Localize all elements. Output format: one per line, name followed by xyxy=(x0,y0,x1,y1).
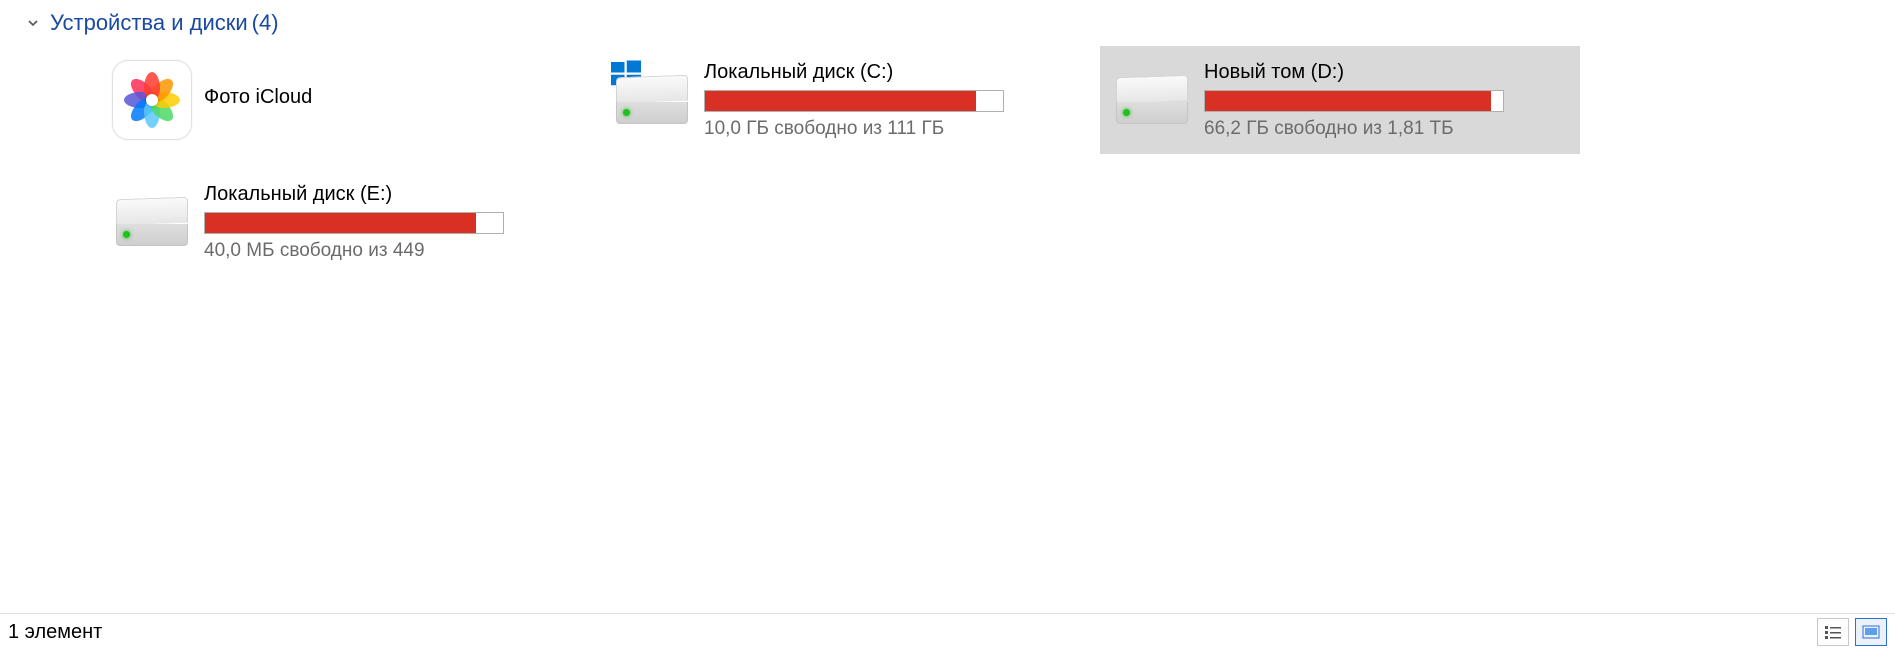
hdd-icon xyxy=(610,58,694,142)
drive-tiles: Фото iCloud Локальный диск (C:) xyxy=(0,42,1895,286)
hdd-icon xyxy=(1110,58,1194,142)
drive-free-text: 40,0 МБ свободно из 449 xyxy=(204,240,570,262)
usage-bar xyxy=(204,212,504,234)
group-header[interactable]: Устройства и диски (4) xyxy=(0,4,1895,42)
usage-bar xyxy=(1204,90,1504,112)
chevron-down-icon xyxy=(24,14,42,32)
drive-label: Локальный диск (C:) xyxy=(704,61,1070,84)
view-tiles-button[interactable] xyxy=(1855,618,1887,646)
group-title: Устройства и диски xyxy=(50,10,248,36)
hdd-icon xyxy=(110,180,194,264)
tile-icloud-photos[interactable]: Фото iCloud xyxy=(100,46,580,154)
drive-label: Локальный диск (E:) xyxy=(204,183,570,206)
tile-drive-d[interactable]: Новый том (D:) 66,2 ГБ свободно из 1,81 … xyxy=(1100,46,1580,154)
usage-bar xyxy=(704,90,1004,112)
drive-label: Новый том (D:) xyxy=(1204,61,1570,84)
thumbnail-view-icon xyxy=(1862,625,1880,639)
list-view-icon xyxy=(1824,625,1842,639)
status-bar: 1 элемент xyxy=(0,613,1895,650)
group-count: (4) xyxy=(252,10,279,36)
drive-free-text: 10,0 ГБ свободно из 111 ГБ xyxy=(704,118,1070,140)
drive-free-text: 66,2 ГБ свободно из 1,81 ТБ xyxy=(1204,118,1570,140)
item-label: Фото iCloud xyxy=(204,86,570,109)
tile-drive-c[interactable]: Локальный диск (C:) 10,0 ГБ свободно из … xyxy=(600,46,1080,154)
view-details-button[interactable] xyxy=(1817,618,1849,646)
icloud-photos-icon xyxy=(110,58,194,142)
status-text: 1 элемент xyxy=(8,621,102,644)
tile-drive-e[interactable]: Локальный диск (E:) 40,0 МБ свободно из … xyxy=(100,168,580,276)
